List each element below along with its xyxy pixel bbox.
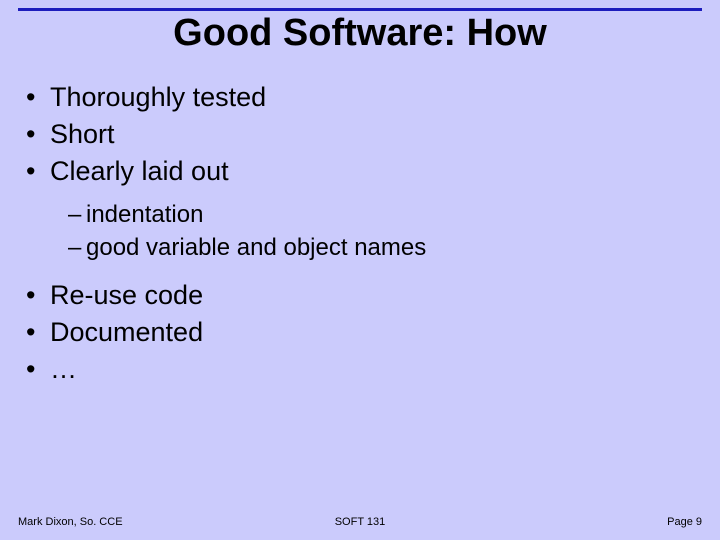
bullet-item: •Documented: [26, 315, 686, 350]
title-rule: [18, 8, 702, 11]
bullet-text: Re-use code: [50, 280, 203, 310]
bullet-text: Short: [50, 119, 115, 149]
sub-bullet-text: indentation: [86, 201, 203, 228]
bullet-item: •Short: [26, 117, 686, 152]
dash-icon: –: [68, 232, 86, 264]
bullet-item: •…: [26, 352, 686, 387]
bullet-item: •Thoroughly tested: [26, 80, 686, 115]
bullet-dot-icon: •: [26, 80, 50, 115]
bullet-text: Thoroughly tested: [50, 82, 266, 112]
slide-title: Good Software: How: [0, 12, 720, 55]
bullet-dot-icon: •: [26, 352, 50, 387]
footer-page: Page 9: [667, 516, 702, 528]
sub-bullet-item: –indentation: [68, 199, 686, 231]
dash-icon: –: [68, 199, 86, 231]
bullet-item: •Clearly laid out: [26, 154, 686, 189]
bullet-dot-icon: •: [26, 315, 50, 350]
bullet-text: …: [50, 354, 77, 384]
bullet-item: •Re-use code: [26, 278, 686, 313]
sub-bullet-item: –good variable and object names: [68, 232, 686, 264]
slide-body: •Thoroughly tested •Short •Clearly laid …: [26, 78, 686, 389]
bullet-text: Clearly laid out: [50, 156, 229, 186]
bullet-dot-icon: •: [26, 278, 50, 313]
sub-bullet-text: good variable and object names: [86, 234, 426, 261]
bullet-text: Documented: [50, 317, 203, 347]
bullet-dot-icon: •: [26, 117, 50, 152]
footer-course: SOFT 131: [18, 516, 702, 528]
bullet-dot-icon: •: [26, 154, 50, 189]
sub-bullet-group: –indentation –good variable and object n…: [26, 199, 686, 264]
